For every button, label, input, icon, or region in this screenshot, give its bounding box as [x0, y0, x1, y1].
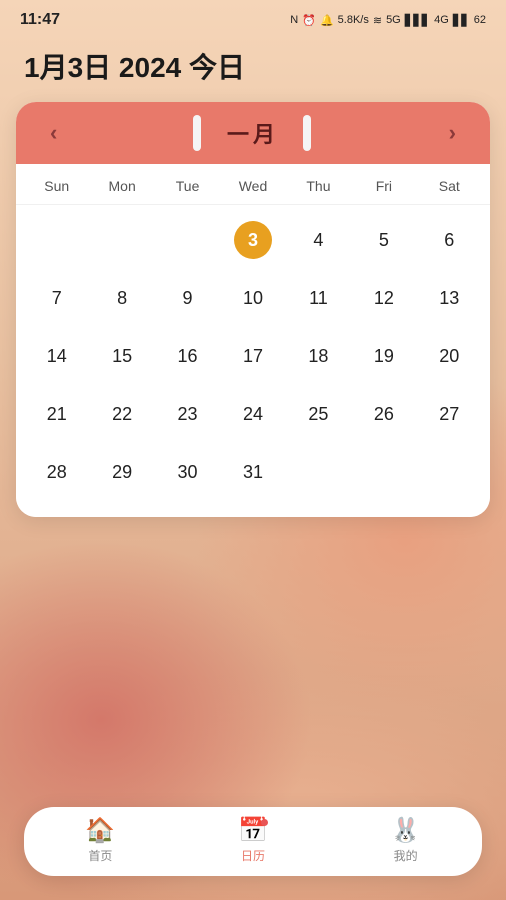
- cal-day-empty-01: [89, 211, 154, 269]
- speed-indicator: 5.8K/s: [338, 14, 369, 26]
- cal-day-21[interactable]: 21: [24, 385, 89, 443]
- status-bar: 11:47 N ⏰ 🔔 5.8K/s ≋ 5G ▋▋▋ 4G ▋▋ 62: [0, 0, 506, 36]
- cal-day-7[interactable]: 7: [24, 269, 89, 327]
- cal-day-25[interactable]: 25: [286, 385, 351, 443]
- cal-day-26[interactable]: 26: [351, 385, 416, 443]
- cal-day-5[interactable]: 5: [351, 211, 416, 269]
- cal-day-12[interactable]: 12: [351, 269, 416, 327]
- cal-day-10[interactable]: 10: [220, 269, 285, 327]
- notification-icon: 🔔: [320, 14, 334, 27]
- weekday-mon: Mon: [89, 174, 154, 198]
- bottom-nav: 🏠 首页 📅 日历 🐰 我的: [24, 807, 482, 876]
- nav-home-label: 首页: [88, 847, 112, 864]
- nav-calendar-label: 日历: [241, 847, 265, 864]
- cal-day-empty-02: [155, 211, 220, 269]
- month-header: ‹ 一月 ›: [16, 102, 490, 164]
- drag-handle-left: [193, 115, 201, 151]
- weekday-headers: Sun Mon Tue Wed Thu Fri Sat: [16, 164, 490, 205]
- next-month-button[interactable]: ›: [439, 116, 466, 150]
- cal-day-6[interactable]: 6: [417, 211, 482, 269]
- cal-day-23[interactable]: 23: [155, 385, 220, 443]
- cal-day-11[interactable]: 11: [286, 269, 351, 327]
- weekday-fri: Fri: [351, 174, 416, 198]
- status-icons: N ⏰ 🔔 5.8K/s ≋ 5G ▋▋▋ 4G ▋▋ 62: [290, 14, 486, 27]
- cal-day-3[interactable]: 3: [220, 211, 285, 269]
- calendar-card: ‹ 一月 › Sun Mon Tue Wed Thu Fri Sat 3456 7…: [16, 102, 490, 517]
- status-time: 11:47: [20, 11, 60, 29]
- header: 1月3日 2024 今日: [0, 36, 506, 102]
- cal-day-15[interactable]: 15: [89, 327, 154, 385]
- weekday-tue: Tue: [155, 174, 220, 198]
- nfc-icon: N: [290, 14, 298, 26]
- signal-bars-2: ▋▋: [453, 14, 470, 27]
- month-title: 一月: [227, 117, 279, 149]
- cal-day-empty-46: [417, 443, 482, 501]
- signal-4g-icon: 4G: [434, 14, 449, 26]
- cal-day-18[interactable]: 18: [286, 327, 351, 385]
- alarm-icon: ⏰: [302, 14, 316, 27]
- cal-day-empty-44: [286, 443, 351, 501]
- cal-day-24[interactable]: 24: [220, 385, 285, 443]
- cal-day-17[interactable]: 17: [220, 327, 285, 385]
- cal-day-9[interactable]: 9: [155, 269, 220, 327]
- cal-day-16[interactable]: 16: [155, 327, 220, 385]
- nav-home[interactable]: 🏠 首页: [65, 819, 135, 864]
- weekday-wed: Wed: [220, 174, 285, 198]
- home-icon: 🏠: [85, 819, 115, 843]
- cal-day-19[interactable]: 19: [351, 327, 416, 385]
- cal-day-28[interactable]: 28: [24, 443, 89, 501]
- weekday-sun: Sun: [24, 174, 89, 198]
- profile-icon: 🐰: [391, 819, 421, 843]
- header-date: 1月3日 2024 今日: [24, 46, 482, 86]
- cal-day-14[interactable]: 14: [24, 327, 89, 385]
- cal-day-empty-45: [351, 443, 416, 501]
- nav-calendar[interactable]: 📅 日历: [218, 819, 288, 864]
- cal-day-20[interactable]: 20: [417, 327, 482, 385]
- drag-handle-right: [303, 115, 311, 151]
- signal-5g-icon: 5G: [386, 14, 401, 26]
- cal-day-8[interactable]: 8: [89, 269, 154, 327]
- cal-day-empty-00: [24, 211, 89, 269]
- weekday-sat: Sat: [417, 174, 482, 198]
- battery-icon: 62: [474, 14, 486, 26]
- wifi-icon: ≋: [373, 14, 382, 27]
- cal-day-29[interactable]: 29: [89, 443, 154, 501]
- cal-day-31[interactable]: 31: [220, 443, 285, 501]
- cal-day-4[interactable]: 4: [286, 211, 351, 269]
- cal-day-22[interactable]: 22: [89, 385, 154, 443]
- cal-day-30[interactable]: 30: [155, 443, 220, 501]
- prev-month-button[interactable]: ‹: [40, 116, 67, 150]
- cal-day-27[interactable]: 27: [417, 385, 482, 443]
- calendar-icon: 📅: [238, 819, 268, 843]
- nav-profile-label: 我的: [394, 847, 418, 864]
- signal-bars-1: ▋▋▋: [405, 14, 430, 27]
- cal-day-13[interactable]: 13: [417, 269, 482, 327]
- calendar-grid: 3456789101112131415161718192021222324252…: [16, 205, 490, 517]
- weekday-thu: Thu: [286, 174, 351, 198]
- nav-profile[interactable]: 🐰 我的: [371, 819, 441, 864]
